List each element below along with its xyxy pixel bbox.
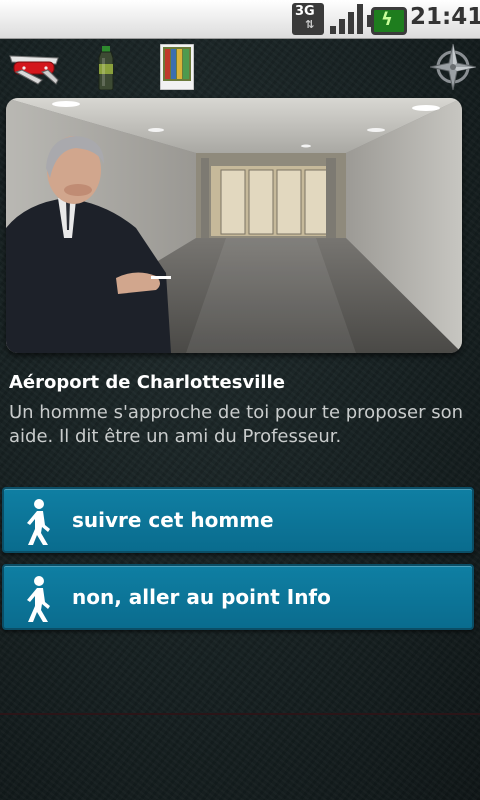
choice-label: non, aller au point Info bbox=[72, 585, 331, 609]
walk-icon bbox=[27, 576, 50, 622]
network-3g-icon: 3G ⇅ bbox=[292, 3, 324, 35]
network-type: 3G bbox=[295, 4, 315, 19]
choice-follow-man-button[interactable]: suivre cet homme bbox=[2, 487, 474, 553]
choice-info-point-button[interactable]: non, aller au point Info bbox=[2, 564, 474, 630]
walk-icon bbox=[27, 499, 50, 545]
location-title: Aéroport de Charlottesville bbox=[9, 372, 285, 393]
photo-icon[interactable] bbox=[160, 44, 194, 90]
clock: 21:41 bbox=[410, 4, 480, 30]
choice-label: suivre cet homme bbox=[72, 508, 274, 532]
bottle-icon[interactable] bbox=[96, 46, 116, 90]
scene-description: Un homme s'approche de toi pour te propo… bbox=[9, 402, 464, 447]
compass-icon[interactable] bbox=[430, 44, 476, 90]
divider bbox=[0, 713, 480, 715]
status-bar: 3G ⇅ ϟ 21:41 bbox=[0, 0, 480, 39]
scene-image bbox=[6, 98, 462, 353]
battery-icon: ϟ bbox=[367, 7, 407, 35]
inventory-toolbar bbox=[0, 38, 480, 96]
signal-icon bbox=[330, 4, 364, 34]
swiss-knife-icon[interactable] bbox=[8, 50, 60, 88]
